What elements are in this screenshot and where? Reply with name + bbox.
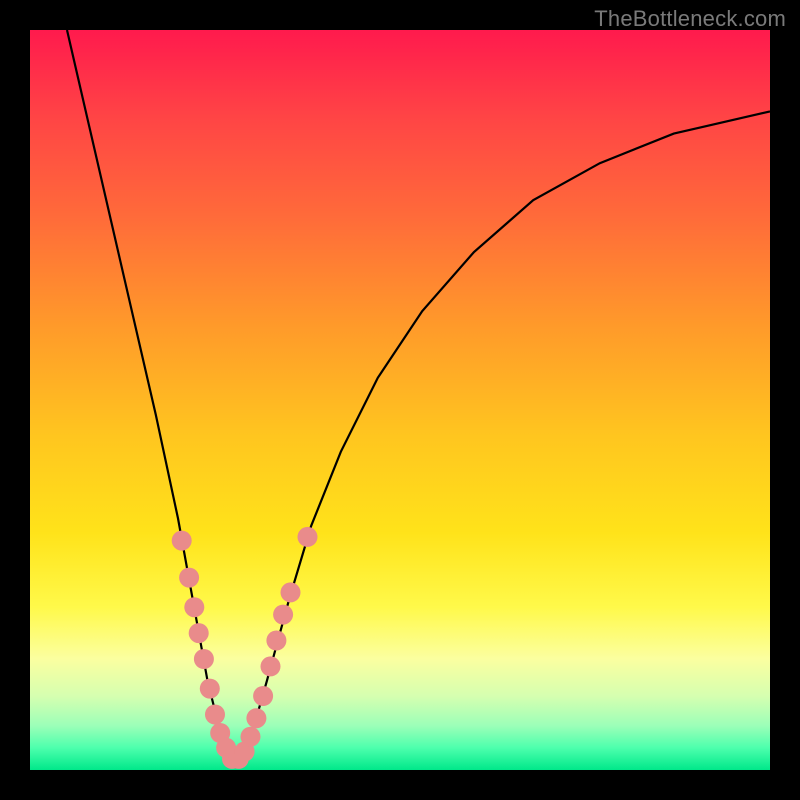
curve-marker	[179, 568, 199, 588]
watermark-text: TheBottleneck.com	[594, 6, 786, 32]
bottleneck-curve	[67, 30, 770, 763]
chart-svg	[30, 30, 770, 770]
curve-marker	[189, 623, 209, 643]
curve-marker	[200, 679, 220, 699]
chart-frame: TheBottleneck.com	[0, 0, 800, 800]
plot-area	[30, 30, 770, 770]
curve-marker	[266, 631, 286, 651]
curve-marker	[194, 649, 214, 669]
curve-marker	[184, 597, 204, 617]
curve-marker	[273, 605, 293, 625]
curve-marker	[172, 531, 192, 551]
curve-marker	[246, 708, 266, 728]
curve-markers	[172, 527, 318, 769]
curve-marker	[241, 727, 261, 747]
curve-marker	[261, 656, 281, 676]
curve-marker	[205, 705, 225, 725]
curve-marker	[298, 527, 318, 547]
curve-marker	[281, 582, 301, 602]
curve-marker	[253, 686, 273, 706]
